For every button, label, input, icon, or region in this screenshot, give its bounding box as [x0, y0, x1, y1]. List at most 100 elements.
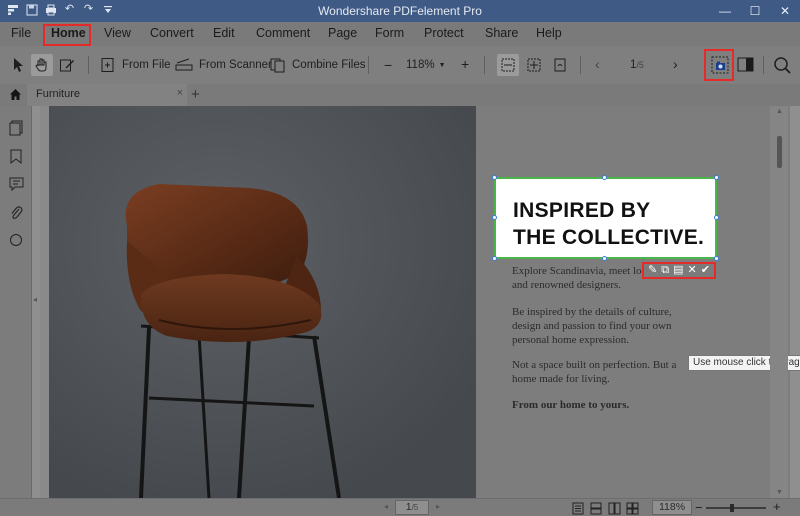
reading-mode-button[interactable] — [735, 54, 757, 76]
grid-view-icon[interactable] — [626, 502, 639, 516]
copy-icon[interactable]: ⧉ — [661, 265, 669, 276]
menu-protect[interactable]: Protect — [424, 26, 464, 40]
status-zoom-out-button[interactable]: − — [695, 500, 703, 515]
next-page-button[interactable]: › — [673, 56, 678, 72]
edit-tool-button[interactable] — [56, 54, 78, 76]
select-tool-button[interactable] — [8, 54, 30, 76]
menu-edit[interactable]: Edit — [213, 26, 235, 40]
fit-page-button[interactable] — [523, 54, 545, 76]
single-page-view-icon[interactable] — [572, 502, 584, 516]
toolbar-separator — [484, 56, 485, 74]
paragraph-2-line-3: personal home expression. — [512, 334, 629, 346]
fit-width-button[interactable] — [497, 54, 519, 76]
scroll-up-icon[interactable]: ▲ — [776, 108, 783, 115]
resize-handle[interactable] — [492, 215, 497, 220]
fit-width-icon — [501, 58, 515, 72]
menu-file[interactable]: File — [11, 26, 31, 40]
paragraph-3-line-2: home made for living. — [512, 373, 610, 385]
thumbnail-icon[interactable] — [8, 120, 24, 136]
menu-convert[interactable]: Convert — [150, 26, 194, 40]
minimize-button[interactable]: — — [710, 0, 740, 22]
continuous-view-icon[interactable] — [590, 502, 602, 516]
combine-files-button[interactable]: Combine Files — [270, 57, 366, 73]
paragraph-1-line-2: and renowned designers. — [512, 279, 622, 291]
rotate-page-button[interactable] — [549, 54, 571, 76]
from-file-button[interactable]: From File — [100, 57, 171, 73]
paragraph-3-line-1: Not a space built on perfection. But a — [512, 359, 677, 371]
scroll-down-icon[interactable]: ▼ — [776, 489, 783, 496]
resize-handle[interactable] — [602, 256, 607, 261]
menu-share[interactable]: Share — [485, 26, 518, 40]
chair-photo — [49, 106, 476, 498]
page-total-value: /5 — [636, 60, 644, 70]
cancel-icon[interactable]: ✕ — [688, 265, 697, 276]
toolbar-separator — [88, 56, 89, 74]
search-panel-icon[interactable] — [8, 232, 24, 248]
fit-page-icon — [527, 58, 541, 72]
page-number-field[interactable]: 1 /5 — [630, 59, 644, 71]
bookmark-icon[interactable] — [8, 148, 24, 164]
scrollbar-thumb[interactable] — [777, 136, 782, 168]
zoom-slider[interactable] — [706, 504, 766, 512]
toolbar-separator — [368, 56, 369, 74]
resize-handle[interactable] — [714, 175, 719, 180]
toolbar-separator — [763, 56, 764, 74]
zoom-slider-knob[interactable] — [730, 504, 734, 512]
combine-files-label: Combine Files — [292, 59, 366, 71]
pdf-page — [49, 106, 790, 498]
status-zoom-field[interactable]: 118% — [652, 500, 692, 515]
tab-furniture-label: Furniture — [36, 88, 81, 100]
hand-tool-button[interactable] — [31, 54, 53, 76]
close-button[interactable]: ✕ — [770, 0, 800, 22]
zoom-in-button[interactable]: + — [461, 56, 469, 72]
home-icon[interactable] — [9, 88, 22, 104]
screenshot-tool-button[interactable] — [709, 54, 731, 76]
menu-comment[interactable]: Comment — [256, 26, 310, 40]
new-tab-button[interactable]: + — [191, 86, 200, 103]
window-controls: — ☐ ✕ — [710, 0, 800, 22]
scanner-icon — [175, 58, 193, 71]
paragraph-2-line-1: Be inspired by the details of culture, — [512, 306, 672, 318]
zoom-level-value: 118% — [406, 59, 435, 71]
menu-page[interactable]: Page — [328, 26, 357, 40]
confirm-check-icon[interactable]: ✔ — [701, 265, 710, 276]
comment-icon[interactable] — [8, 176, 24, 192]
two-page-view-icon[interactable] — [608, 502, 621, 516]
home-toolbar: From File From Scanner Combine Files − 1… — [0, 46, 800, 84]
resize-handle[interactable] — [492, 256, 497, 261]
close-tab-icon[interactable]: × — [177, 87, 183, 99]
zoom-out-button[interactable]: − — [384, 57, 392, 73]
selected-text-box[interactable]: INSPIRED BY THE COLLECTIVE. — [492, 175, 719, 261]
resize-handle[interactable] — [714, 256, 719, 261]
search-button[interactable] — [771, 54, 793, 76]
status-bar: ◂ 1/5 ▸ 118% − + — [0, 498, 800, 516]
status-page-field[interactable]: 1/5 — [395, 500, 429, 515]
maximize-button[interactable]: ☐ — [740, 0, 770, 22]
paragraph-2-line-2: design and passion to find your own — [512, 320, 672, 332]
status-zoom-in-button[interactable]: + — [773, 499, 781, 514]
toolbar-separator — [580, 56, 581, 74]
vertical-scrollbar[interactable]: ▲ ▼ — [770, 106, 788, 498]
status-prev-page-icon[interactable]: ◂ — [384, 502, 388, 511]
previous-page-button[interactable]: ‹ — [595, 56, 600, 72]
paragraph-2: Be inspired by the details of culture, d… — [512, 305, 702, 347]
from-scanner-button[interactable]: From Scanner — [175, 57, 272, 73]
status-next-page-icon[interactable]: ▸ — [436, 502, 440, 511]
menu-help[interactable]: Help — [536, 26, 562, 40]
hand-icon — [35, 58, 47, 72]
edit-screenshot-icon[interactable]: ✎ — [648, 265, 657, 276]
attachment-icon[interactable] — [8, 204, 24, 220]
collapse-panel-icon[interactable]: ◂ — [33, 295, 37, 304]
resize-handle[interactable] — [602, 175, 607, 180]
resize-handle[interactable] — [492, 175, 497, 180]
menu-form[interactable]: Form — [375, 26, 404, 40]
zoom-level-dropdown[interactable]: 118% ▼ — [406, 59, 446, 71]
left-sidebar — [0, 106, 32, 516]
menu-view[interactable]: View — [104, 26, 131, 40]
combine-files-icon — [270, 58, 285, 73]
save-screenshot-icon[interactable]: ▤ — [673, 265, 683, 276]
paragraph-3: Not a space built on perfection. But a h… — [512, 358, 702, 386]
tab-furniture[interactable]: Furniture × — [27, 84, 187, 106]
resize-handle[interactable] — [714, 215, 719, 220]
menu-home[interactable]: Home — [51, 26, 86, 40]
